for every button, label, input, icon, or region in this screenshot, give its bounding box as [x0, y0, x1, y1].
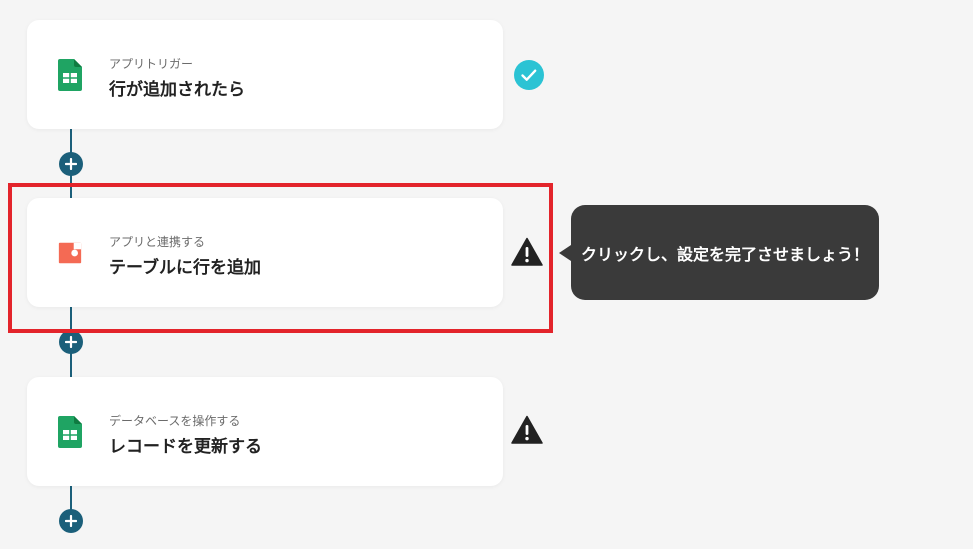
step-title: レコードを更新する — [109, 437, 262, 457]
highlight-frame — [8, 183, 553, 333]
step-card-trigger[interactable]: アプリトリガー 行が追加されたら — [27, 20, 503, 129]
plus-icon — [65, 336, 77, 348]
step-subtitle: データベースを操作する — [109, 414, 241, 428]
step-card-database[interactable]: データベースを操作する レコードを更新する — [27, 377, 503, 486]
step-subtitle: アプリトリガー — [109, 57, 194, 71]
step-title: 行が追加されたら — [109, 80, 245, 100]
google-sheets-icon — [57, 58, 83, 92]
plus-icon — [65, 158, 77, 170]
add-step-button[interactable] — [59, 509, 83, 533]
warning-icon — [511, 414, 543, 446]
add-step-button[interactable] — [59, 330, 83, 354]
plus-icon — [65, 515, 77, 527]
google-sheets-icon — [57, 415, 83, 449]
setup-tooltip: クリックし、設定を完了させましょう！ — [559, 205, 879, 300]
check-icon — [513, 59, 545, 91]
tooltip-text: クリックし、設定を完了させましょう！ — [580, 244, 869, 264]
add-step-button[interactable] — [59, 152, 83, 176]
